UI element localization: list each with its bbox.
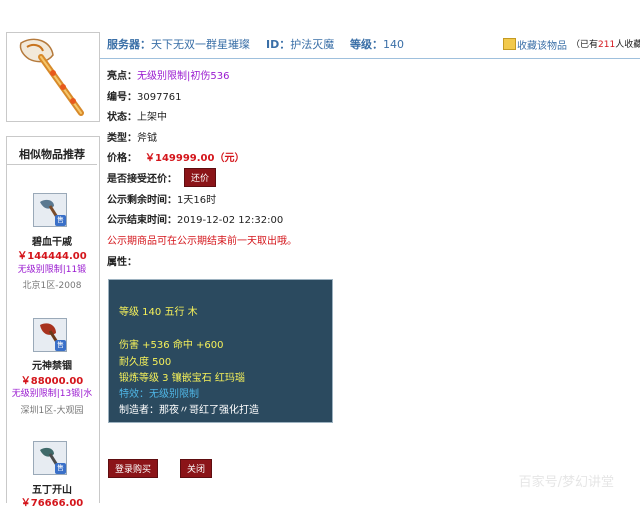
favorite-count-suffix: 人收藏） bbox=[615, 40, 640, 50]
remaining-time-value: 1天16时 bbox=[177, 195, 217, 206]
number-value: 3097761 bbox=[137, 92, 182, 103]
type-label: 类型： bbox=[107, 133, 137, 144]
notice-text: 公示期商品可在公示期结束前一天取出哦。 bbox=[107, 236, 297, 247]
similar-item-2-server: 深圳1区-大观园 bbox=[20, 406, 84, 416]
status-value: 上架中 bbox=[137, 112, 167, 123]
similar-item-1-tags: 无级别限制|11锻 bbox=[17, 265, 87, 275]
favorite-count-number: 211 bbox=[598, 40, 616, 50]
attributes-row: 属性： bbox=[107, 253, 137, 268]
highlight-row: 亮点：无级别限制|初伤536 bbox=[107, 67, 229, 82]
similar-item-1-server: 北京1区-2008 bbox=[22, 281, 82, 291]
stat-forge-gem: 锻炼等级 3 镶嵌宝石 红玛瑙 bbox=[119, 373, 245, 384]
item-stats-panel: 等级 140 五行 木 伤害 +536 命中 +600 耐久度 500 锻炼等级… bbox=[108, 279, 333, 423]
similar-divider bbox=[7, 164, 97, 165]
counter-offer-label: 是否接受还价： bbox=[107, 174, 177, 185]
similar-item-1-price: ￥144444.00 bbox=[17, 251, 87, 262]
attributes-label: 属性： bbox=[107, 257, 137, 268]
remaining-time-row: 公示剩余时间：1天16时 bbox=[107, 191, 216, 206]
id-label: ID： bbox=[266, 38, 291, 51]
stat-maker: 制造者：那夜〃哥红了强化打造 bbox=[119, 405, 259, 416]
id-info: ID：护法灭魔 bbox=[266, 36, 334, 52]
highlight-value: 无级别限制|初伤536 bbox=[137, 71, 230, 82]
server-label: 服务器： bbox=[107, 38, 151, 51]
server-value: 天下无双一群星璀璨 bbox=[151, 38, 250, 51]
favorite-folder-icon[interactable] bbox=[503, 38, 516, 50]
sale-badge: 售 bbox=[55, 215, 66, 226]
counter-offer-row: 是否接受还价： bbox=[107, 170, 177, 185]
price-label: 价格： bbox=[107, 153, 137, 164]
login-buy-button[interactable]: 登录购买 bbox=[108, 459, 159, 478]
server-info: 服务器：天下无双一群星璀璨 bbox=[107, 36, 250, 52]
type-value: 斧钺 bbox=[137, 133, 157, 144]
sale-badge: 售 bbox=[55, 463, 66, 474]
remaining-time-label: 公示剩余时间： bbox=[107, 195, 177, 206]
stat-durability: 耐久度 500 bbox=[119, 357, 172, 368]
stat-damage-hit: 伤害 +536 命中 +600 bbox=[119, 340, 224, 351]
type-row: 类型：斧钺 bbox=[107, 129, 157, 144]
counter-offer-button[interactable]: 还价 bbox=[184, 168, 217, 187]
level-label: 等级： bbox=[350, 38, 383, 51]
end-time-value: 2019-12-02 12:32:00 bbox=[177, 215, 284, 226]
similar-item-2-tags: 无级别限制|13锻|水 bbox=[11, 389, 93, 399]
status-row: 状态：上架中 bbox=[107, 108, 167, 123]
id-value: 护法灭魔 bbox=[290, 38, 335, 51]
favorite-count-prefix: （已有 bbox=[571, 40, 599, 50]
price-value: ￥149999.00（元） bbox=[145, 153, 245, 164]
level-info: 等级：140 bbox=[350, 36, 404, 52]
end-time-label: 公示结束时间： bbox=[107, 215, 177, 226]
similar-items-title: 相似物品推荐 bbox=[19, 148, 85, 161]
level-value: 140 bbox=[383, 38, 404, 51]
status-label: 状态： bbox=[107, 112, 137, 123]
favorite-count: （已有211人收藏） bbox=[571, 37, 640, 50]
axe-item-icon bbox=[7, 33, 99, 121]
watermark: 百家号/梦幻讲堂 bbox=[518, 475, 614, 490]
similar-item-1-name[interactable]: 碧血干戚 bbox=[6, 233, 98, 248]
favorite-link[interactable]: 收藏该物品 bbox=[517, 37, 567, 52]
highlight-label: 亮点： bbox=[107, 71, 137, 82]
header-divider bbox=[100, 58, 640, 59]
similar-item-2-price: ￥88000.00 bbox=[20, 376, 84, 387]
number-label: 编号： bbox=[107, 92, 137, 103]
close-button[interactable]: 关闭 bbox=[180, 459, 213, 478]
item-image bbox=[6, 32, 100, 122]
stat-special-effect: 特效：无级别限制 bbox=[119, 389, 199, 400]
end-time-row: 公示结束时间：2019-12-02 12:32:00 bbox=[107, 211, 283, 226]
number-row: 编号：3097761 bbox=[107, 88, 182, 103]
stat-level-element: 等级 140 五行 木 bbox=[119, 307, 198, 318]
similar-item-2-name[interactable]: 元神禁锢 bbox=[6, 357, 98, 372]
sale-badge: 售 bbox=[55, 340, 66, 351]
price-row: 价格： ￥149999.00（元） bbox=[107, 149, 244, 164]
